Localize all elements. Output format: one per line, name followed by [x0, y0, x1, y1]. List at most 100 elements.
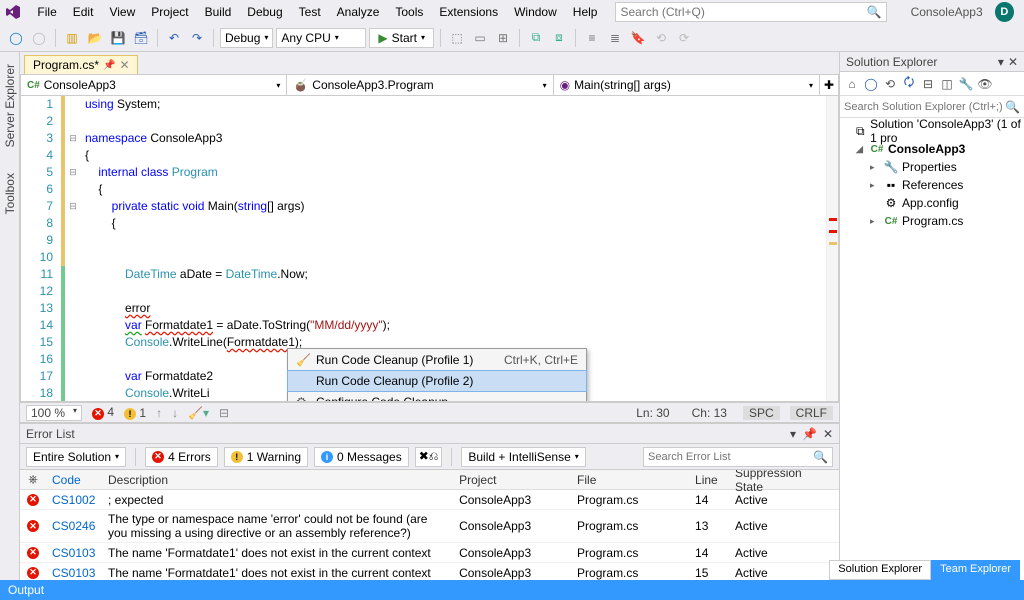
open-file-icon[interactable]: 📂 — [85, 28, 105, 48]
col-code[interactable]: Code — [46, 473, 102, 487]
toolbar-misc-1-icon[interactable]: ⬚ — [447, 28, 467, 48]
solution-platform-dropdown[interactable]: Any CPU▾ — [276, 28, 366, 48]
error-scope-dropdown[interactable]: Entire Solution▾ — [26, 447, 126, 467]
warnings-filter-button[interactable]: !1 Warning — [224, 447, 308, 467]
error-row[interactable]: ✕CS0246The type or namespace name 'error… — [20, 510, 839, 543]
scroll-minimap[interactable] — [826, 96, 838, 401]
menu-test[interactable]: Test — [291, 3, 329, 21]
error-row[interactable]: ✕CS0103The name 'Formatdate1' does not e… — [20, 563, 839, 580]
ctx-configure-code-cleanup[interactable]: ⚙Configure Code Cleanup — [288, 391, 586, 402]
col-severity[interactable]: ⎈ — [20, 472, 46, 487]
errors-filter-button[interactable]: ✕4 Errors — [145, 447, 218, 467]
nav-back-icon[interactable]: ◯ — [6, 28, 26, 48]
col-description[interactable]: Description — [102, 473, 453, 487]
status-error-count[interactable]: ✕ 4 — [92, 405, 114, 420]
se-home-icon[interactable]: ⌂ — [844, 76, 860, 92]
save-all-icon[interactable]: 🗃 — [131, 28, 151, 48]
status-eol[interactable]: CRLF — [790, 406, 833, 420]
error-list-header-row[interactable]: ⎈ Code Description Project File Line Sup… — [20, 470, 839, 490]
se-back-icon[interactable]: ◯ — [863, 76, 879, 92]
tab-team-explorer[interactable]: Team Explorer — [931, 560, 1020, 580]
error-code-link[interactable]: CS0103 — [46, 566, 102, 580]
tree-node-solution-consoleapp3-1-of-1-pro[interactable]: ⧉Solution 'ConsoleApp3' (1 of 1 pro — [842, 122, 1022, 140]
code-cleanup-icon[interactable]: 🧹▾ — [188, 406, 209, 420]
solution-explorer-tree[interactable]: ⧉Solution 'ConsoleApp3' (1 of 1 pro◢C#Co… — [840, 118, 1024, 580]
se-preview-icon[interactable]: 👁 — [977, 76, 993, 92]
panel-pin-icon[interactable]: 📌 — [802, 427, 817, 441]
bookmark-icon[interactable]: 🔖 — [628, 28, 648, 48]
menu-project[interactable]: Project — [143, 3, 196, 21]
pin-icon[interactable]: 📌 — [103, 60, 115, 71]
solution-explorer-search[interactable]: 🔍 — [840, 96, 1024, 118]
panel-dropdown-icon[interactable]: ▾ — [790, 427, 796, 441]
tab-solution-explorer[interactable]: Solution Explorer — [829, 560, 931, 580]
status-misc-icon[interactable]: ⊟ — [219, 406, 229, 420]
se-properties-icon[interactable]: 🔧 — [958, 76, 974, 92]
tree-node-app-config[interactable]: ⚙App.config — [842, 194, 1022, 212]
error-list-search[interactable]: 🔍 — [643, 447, 833, 467]
se-collapse-icon[interactable]: ⊟ — [920, 76, 936, 92]
status-nav-next-icon[interactable]: ↓ — [172, 406, 178, 420]
error-row[interactable]: ✕CS0103The name 'Formatdate1' does not e… — [20, 543, 839, 563]
col-file[interactable]: File — [571, 473, 689, 487]
undo-icon[interactable]: ↶ — [164, 28, 184, 48]
error-list-search-input[interactable] — [648, 451, 813, 463]
se-sync-icon[interactable]: ⟲ — [882, 76, 898, 92]
error-row[interactable]: ✕CS1002; expectedConsoleApp3Program.cs14… — [20, 490, 839, 510]
ctx-run-code-cleanup-profile-1-[interactable]: 🧹Run Code Cleanup (Profile 1)Ctrl+K, Ctr… — [288, 349, 586, 371]
quick-launch-search[interactable]: 🔍 — [615, 2, 886, 22]
panel-close-icon[interactable]: ✕ — [1008, 55, 1018, 69]
ctx-run-code-cleanup-profile-2-[interactable]: Run Code Cleanup (Profile 2) — [287, 370, 587, 392]
toolbar-outdent-icon[interactable]: ≣ — [605, 28, 625, 48]
user-avatar[interactable]: D — [995, 2, 1014, 22]
col-line[interactable]: Line — [689, 473, 729, 487]
clear-filter-icon[interactable]: ✖⎌ — [415, 447, 443, 467]
comment-icon[interactable]: ⧉ — [526, 28, 546, 48]
menu-debug[interactable]: Debug — [239, 3, 290, 21]
menu-build[interactable]: Build — [197, 3, 240, 21]
toolbar-misc-a-icon[interactable]: ⟲ — [651, 28, 671, 48]
status-nav-prev-icon[interactable]: ↑ — [156, 406, 162, 420]
menu-window[interactable]: Window — [506, 3, 565, 21]
menu-analyze[interactable]: Analyze — [329, 3, 388, 21]
error-code-link[interactable]: CS0103 — [46, 546, 102, 560]
col-project[interactable]: Project — [453, 473, 571, 487]
menu-file[interactable]: File — [29, 3, 64, 21]
toolbar-misc-b-icon[interactable]: ⟳ — [674, 28, 694, 48]
uncomment-icon[interactable]: ⧈ — [549, 28, 569, 48]
error-code-link[interactable]: CS1002 — [46, 493, 102, 507]
save-icon[interactable]: 💾 — [108, 28, 128, 48]
panel-dropdown-icon[interactable]: ▾ — [998, 55, 1004, 69]
se-showall-icon[interactable]: ◫ — [939, 76, 955, 92]
error-source-dropdown[interactable]: Build + IntelliSense▾ — [461, 447, 585, 467]
nav-member-dropdown[interactable]: ◉ Main(string[] args)▾ — [554, 75, 820, 95]
se-refresh-icon[interactable]: 🗘 — [901, 76, 917, 92]
menu-edit[interactable]: Edit — [65, 3, 102, 21]
solution-explorer-search-input[interactable] — [844, 101, 1005, 113]
zoom-dropdown[interactable]: 100 %▾ — [26, 405, 82, 421]
start-debug-button[interactable]: ▶Start▾ — [369, 28, 434, 48]
output-tab[interactable]: Output — [8, 583, 44, 597]
code-editor[interactable]: 123456789101112131415161718192021 ⊟⊟⊟ us… — [20, 96, 839, 402]
toolbar-indent-icon[interactable]: ≡ — [582, 28, 602, 48]
redo-icon[interactable]: ↷ — [187, 28, 207, 48]
tree-node-program-cs[interactable]: ▸C#Program.cs — [842, 212, 1022, 230]
close-tab-icon[interactable]: ✕ — [119, 58, 129, 72]
panel-close-icon[interactable]: ✕ — [823, 427, 833, 441]
menu-help[interactable]: Help — [565, 3, 606, 21]
document-tab-program[interactable]: Program.cs* 📌 ✕ — [24, 55, 138, 74]
toolbar-misc-2-icon[interactable]: ▭ — [470, 28, 490, 48]
messages-filter-button[interactable]: i0 Messages — [314, 447, 409, 467]
quick-launch-input[interactable] — [620, 5, 866, 19]
server-explorer-tab[interactable]: Server Explorer — [1, 58, 19, 153]
split-editor-icon[interactable]: ✚ — [820, 75, 838, 95]
nav-class-dropdown[interactable]: 🧉 ConsoleApp3.Program▾ — [287, 75, 553, 95]
toolbox-tab[interactable]: Toolbox — [1, 167, 19, 220]
toolbar-misc-3-icon[interactable]: ⊞ — [493, 28, 513, 48]
tree-node-references[interactable]: ▸▪▪References — [842, 176, 1022, 194]
new-project-icon[interactable]: ▥ — [62, 28, 82, 48]
menu-extensions[interactable]: Extensions — [431, 3, 506, 21]
menu-view[interactable]: View — [101, 3, 143, 21]
menu-tools[interactable]: Tools — [387, 3, 431, 21]
solution-config-dropdown[interactable]: Debug▾ — [220, 28, 273, 48]
